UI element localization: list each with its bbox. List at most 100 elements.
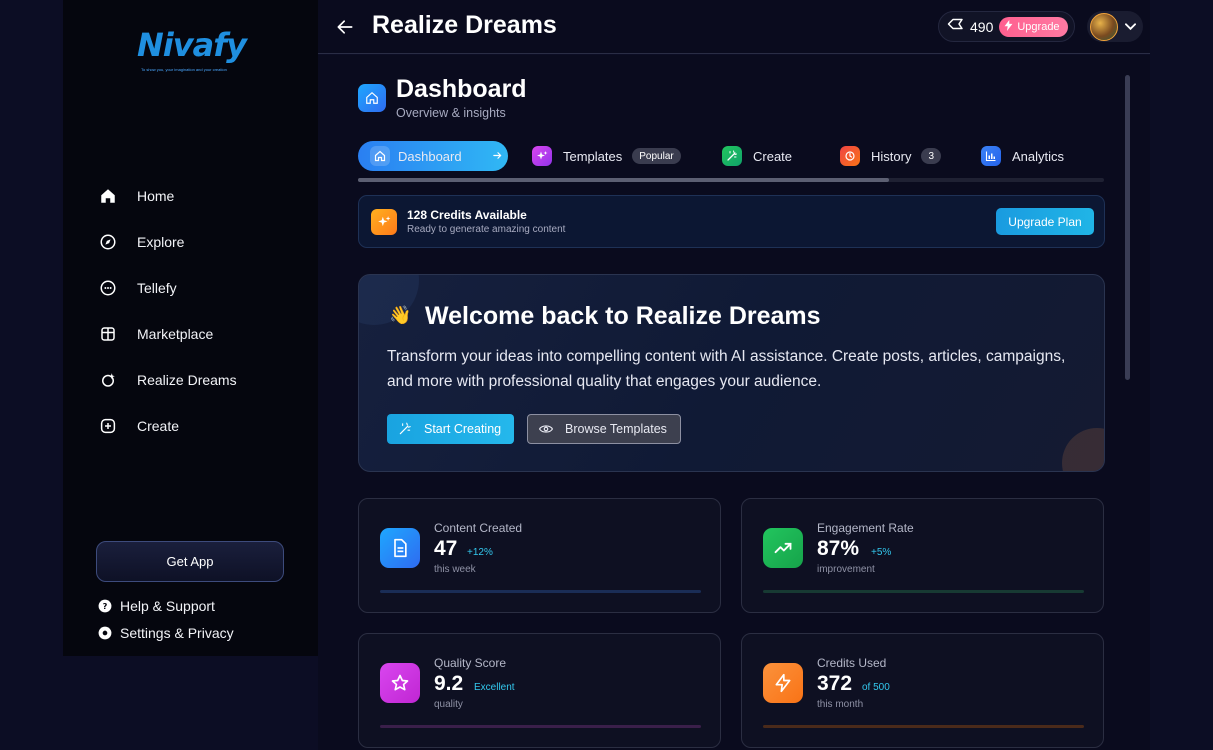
decorative-blob [1062,428,1104,471]
sidebar-item-tellefy[interactable]: Tellefy [99,275,237,301]
tab-templates[interactable]: Templates Popular [532,141,681,171]
profile-menu[interactable] [1087,11,1143,42]
credits-banner: 128 Credits Available Ready to generate … [358,195,1105,248]
stat-sublabel: quality [434,699,463,710]
help-label: Help & Support [120,598,215,614]
plus-square-icon [99,417,117,435]
magic-wand-icon [398,422,412,436]
sparkles-icon [532,146,552,166]
compass-icon [99,233,117,251]
sidebar-item-label: Tellefy [137,280,177,296]
history-count-badge: 3 [921,148,942,164]
welcome-text: Transform your ideas into compelling con… [387,348,1066,390]
magic-wand-icon [722,146,742,166]
credits-available: 128 Credits Available [407,208,527,222]
get-app-button[interactable]: Get App [96,541,284,582]
svg-text:?: ? [103,601,108,611]
upgrade-plan-button[interactable]: Upgrade Plan [996,208,1094,235]
brand-logo[interactable]: Nivafy To show you, your imagination and… [135,14,247,74]
brand-name: Nivafy [137,26,247,64]
main-content: Dashboard Overview & insights Dashboard … [318,55,1150,750]
sparkles-icon [371,209,397,235]
tab-scrollbar-thumb[interactable] [358,178,889,182]
tab-bar: Dashboard Templates Popular Create Histo… [358,141,1104,171]
sidebar-item-label: Marketplace [137,326,214,342]
tab-label: Dashboard [398,148,462,164]
credits-pill[interactable]: 490 Upgrade [938,11,1075,42]
eye-icon [538,422,554,436]
tab-dashboard[interactable]: Dashboard [358,141,508,171]
chat-icon [99,279,117,297]
arrow-right-icon [492,149,503,164]
chevron-down-icon [1125,18,1136,36]
stat-delta: Excellent [474,682,515,693]
sidebar-item-home[interactable]: Home [99,183,237,209]
home-icon [99,187,117,205]
home-icon [358,84,386,112]
sidebar-item-realize-dreams[interactable]: Realize Dreams [99,367,237,393]
welcome-title: Welcome back to Realize Dreams [425,302,821,330]
document-icon [380,528,420,568]
stat-card-quality-score[interactable]: Quality Score 9.2 Excellent quality [358,633,721,748]
stat-value: 47 [434,537,458,560]
browse-templates-label: Browse Templates [565,422,667,436]
stat-label: Content Created [434,521,523,535]
history-icon [840,146,860,166]
sidebar-nav: Home Explore Tellefy Marketplace Realize… [99,183,237,459]
browse-templates-button[interactable]: Browse Templates [527,414,681,444]
sidebar-item-label: Realize Dreams [137,372,237,388]
tab-label: Analytics [1012,148,1065,164]
tab-scrollbar[interactable] [358,178,1104,182]
stat-card-content-created[interactable]: Content Created 47 +12% this week [358,498,721,613]
avatar [1090,12,1118,41]
start-creating-label: Start Creating [424,422,502,436]
stat-label: Quality Score [434,656,507,670]
star-icon [380,663,420,703]
help-icon: ? [98,599,112,613]
tab-history[interactable]: History 3 [840,141,942,171]
home-icon [370,146,390,166]
sidebar-item-label: Create [137,418,180,434]
popular-badge: Popular [632,148,681,164]
tab-create[interactable]: Create [722,141,792,171]
settings-privacy-link[interactable]: Settings & Privacy [98,625,234,641]
stat-progress-bar [763,725,1084,728]
tab-label: History [871,148,912,164]
credits-count: 490 [970,18,994,35]
stat-delta: of 500 [862,682,890,693]
stat-card-engagement-rate[interactable]: Engagement Rate 87% +5% improvement [741,498,1104,613]
sidebar-item-marketplace[interactable]: Marketplace [99,321,237,347]
sparkle-icon [99,371,117,389]
start-creating-button[interactable]: Start Creating [387,414,514,444]
stat-value: 87% [817,537,860,560]
stat-progress-bar [380,590,701,593]
dashboard-title: Dashboard [396,75,527,103]
sidebar: Nivafy To show you, your imagination and… [63,0,318,656]
settings-label: Settings & Privacy [120,625,234,641]
stat-delta: +12% [467,547,493,558]
stat-progress-bar [380,725,701,728]
tab-analytics[interactable]: Analytics [981,141,1064,171]
stat-value: 372 [817,672,853,695]
stat-sublabel: this week [434,564,476,575]
stat-progress-bar [763,590,1084,593]
sidebar-item-explore[interactable]: Explore [99,229,237,255]
stat-sublabel: improvement [817,564,875,575]
sidebar-item-label: Explore [137,234,185,250]
top-header: Realize Dreams 490 Upgrade [318,0,1150,54]
lightning-icon [763,663,803,703]
sidebar-item-label: Home [137,188,175,204]
sidebar-item-create[interactable]: Create [99,413,237,439]
stat-delta: +5% [871,547,892,558]
upgrade-button[interactable]: Upgrade [999,16,1068,37]
back-arrow-icon[interactable] [335,17,355,37]
store-icon [99,325,117,343]
stat-label: Credits Used [817,656,887,670]
main-scrollbar[interactable] [1125,75,1130,380]
bar-chart-icon [981,146,1001,166]
credit-coin-icon [947,17,965,36]
tab-label: Create [753,148,793,164]
page-title: Realize Dreams [372,11,557,39]
help-support-link[interactable]: ? Help & Support [98,598,215,614]
stat-card-credits-used[interactable]: Credits Used 372 of 500 this month [741,633,1104,748]
